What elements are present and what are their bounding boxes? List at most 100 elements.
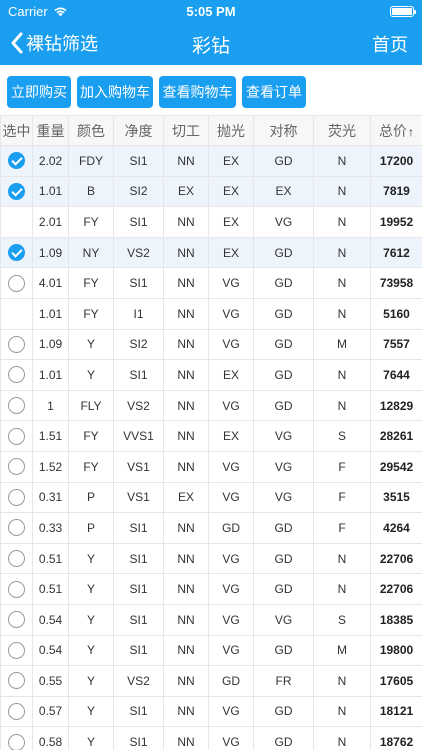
cell-color: B [68,175,114,208]
cell-symmetry: VG [253,481,314,514]
row-select-cell[interactable] [0,665,33,697]
row-select-cell[interactable] [0,542,33,575]
header-fluorescence[interactable]: 荧光 [313,115,371,146]
header-color[interactable]: 颜色 [68,115,114,146]
buy-now-button[interactable]: 立即购买 [7,76,71,108]
cell-polish: VG [208,634,254,667]
cell-fluor: N [313,389,371,422]
header-symmetry[interactable]: 对称 [253,115,314,146]
row-select-cell[interactable] [0,512,33,544]
table-row[interactable]: 2.01 FY SI1 NN EX VG N 19952 [0,206,422,238]
cell-price: 73958 [370,267,422,299]
cell-color: Y [68,726,114,750]
table-row[interactable]: 1 FLY VS2 NN VG GD N 12829 [0,389,422,422]
unchecked-circle-icon[interactable] [8,641,25,659]
row-select-cell[interactable] [0,145,33,177]
cell-cut: NN [163,145,209,177]
battery-icon [390,6,416,17]
cell-symmetry: GD [253,236,314,269]
table-row[interactable]: 1.52 FY VS1 NN VG VG F 29542 [0,450,422,483]
cell-weight: 0.51 [32,573,69,605]
unchecked-circle-icon[interactable] [8,580,25,598]
table-body: 2.02 FDY SI1 NN EX GD N 17200 1.01 B SI2 EX EX EX N 781… [0,145,422,750]
row-select-cell[interactable] [0,573,33,605]
row-select-cell[interactable] [0,267,33,299]
row-select-cell[interactable] [0,450,33,483]
row-select-cell[interactable] [0,481,33,514]
unchecked-circle-icon[interactable] [8,611,25,629]
cell-color: Y [68,603,114,636]
table-row[interactable]: 0.54 Y SI1 NN VG GD M 19800 [0,634,422,667]
table-row[interactable]: 1.51 FY VVS1 NN EX VG S 28261 [0,420,422,452]
cell-color: FY [68,450,114,483]
unchecked-circle-icon[interactable] [8,733,25,750]
header-weight[interactable]: 重量 [32,115,69,146]
checked-circle-icon[interactable] [8,182,25,200]
row-select-cell[interactable] [0,634,33,667]
unchecked-circle-icon[interactable] [8,458,25,476]
unchecked-circle-icon[interactable] [8,550,25,568]
table-row[interactable]: 1.01 B SI2 EX EX EX N 7819 [0,175,422,208]
home-button[interactable]: 首页 [372,31,408,57]
table-row[interactable]: 1.09 Y SI2 NN VG GD M 7557 [0,328,422,361]
checked-circle-icon[interactable] [8,244,25,262]
diamond-table[interactable]: 选中 重量 颜色 净度 切工 抛光 对称 荧光 总价↑ 2.02 FDY SI1 NN… [0,115,422,750]
row-select-cell[interactable] [0,695,33,728]
cell-color: FLY [68,389,114,422]
table-row[interactable]: 2.02 FDY SI1 NN EX GD N 17200 [0,145,422,177]
row-select-cell[interactable] [0,603,33,636]
row-select-cell[interactable] [0,420,33,452]
row-select-cell[interactable] [0,389,33,422]
cell-price: 7612 [370,236,422,269]
unchecked-circle-icon[interactable] [8,702,25,720]
row-select-cell[interactable] [0,206,33,238]
table-row[interactable]: 0.58 Y SI1 NN VG GD N 18762 [0,726,422,750]
cell-fluor: N [313,573,371,605]
unchecked-circle-icon[interactable] [8,427,25,445]
checked-circle-icon[interactable] [8,152,25,170]
view-cart-button[interactable]: 查看购物车 [159,76,236,108]
cell-clarity: SI1 [113,145,164,177]
cell-clarity: VS1 [113,481,164,514]
table-row[interactable]: 0.33 P SI1 NN GD GD F 4264 [0,512,422,544]
table-row[interactable]: 0.57 Y SI1 NN VG GD N 18121 [0,695,422,728]
cell-price: 22706 [370,573,422,605]
row-select-cell[interactable] [0,175,33,208]
table-row[interactable]: 1.01 FY I1 NN VG GD N 5160 [0,297,422,330]
table-row[interactable]: 4.01 FY SI1 NN VG GD N 73958 [0,267,422,299]
view-orders-button[interactable]: 查看订单 [242,76,306,108]
table-row[interactable]: 0.54 Y SI1 NN VG VG S 18385 [0,603,422,636]
cell-color: FY [68,297,114,330]
row-select-cell[interactable] [0,297,33,330]
table-row[interactable]: 0.51 Y SI1 NN VG GD N 22706 [0,542,422,575]
unchecked-circle-icon[interactable] [8,672,25,690]
table-row[interactable]: 0.51 Y SI1 NN VG GD N 22706 [0,573,422,605]
table-row[interactable]: 1.09 NY VS2 NN EX GD N 7612 [0,236,422,269]
cell-symmetry: GD [253,145,314,177]
cell-cut: NN [163,206,209,238]
unchecked-circle-icon[interactable] [8,519,25,537]
row-select-cell[interactable] [0,359,33,391]
cell-fluor: N [313,267,371,299]
add-to-cart-button[interactable]: 加入购物车 [77,76,153,108]
header-cut[interactable]: 切工 [163,115,209,146]
header-clarity[interactable]: 净度 [113,115,164,146]
unchecked-circle-icon[interactable] [8,366,25,384]
unchecked-circle-icon[interactable] [8,397,25,415]
cell-price: 19952 [370,206,422,238]
row-select-cell[interactable] [0,726,33,750]
row-select-cell[interactable] [0,328,33,361]
unchecked-circle-icon[interactable] [8,274,25,292]
unchecked-circle-icon[interactable] [8,335,25,353]
header-price[interactable]: 总价↑ [370,115,422,146]
cell-symmetry: GD [253,297,314,330]
table-row[interactable]: 0.55 Y VS2 NN GD FR N 17605 [0,665,422,697]
cell-cut: EX [163,481,209,514]
unchecked-circle-icon[interactable] [8,488,25,506]
table-row[interactable]: 1.01 Y SI1 NN EX GD N 7644 [0,359,422,391]
cell-weight: 0.33 [32,512,69,544]
cell-clarity: SI1 [113,603,164,636]
table-row[interactable]: 0.31 P VS1 EX VG VG F 3515 [0,481,422,514]
header-polish[interactable]: 抛光 [208,115,254,146]
row-select-cell[interactable] [0,236,33,269]
